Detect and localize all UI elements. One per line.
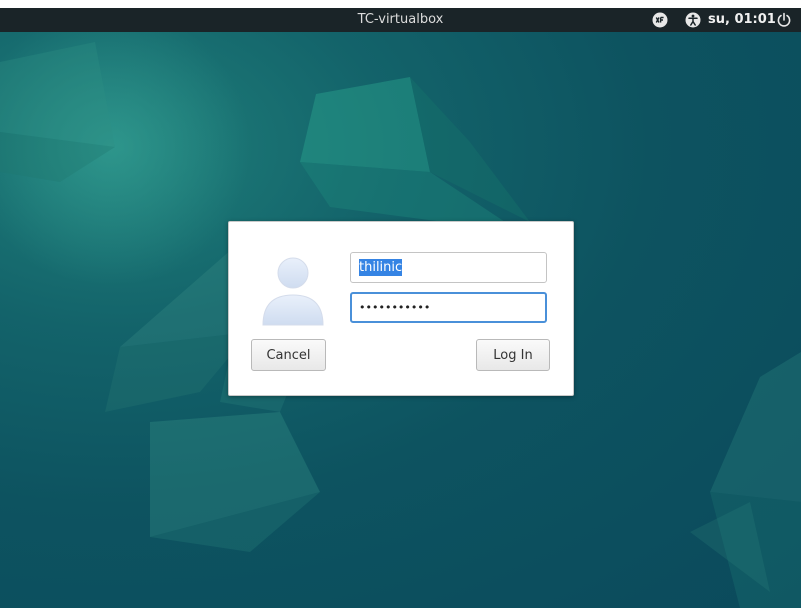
desktop-wallpaper: thilinic ••••••••••• Cancel Log In — [0, 32, 801, 608]
keyboard-layout-icon[interactable] — [651, 11, 669, 29]
clock-label[interactable]: su, 01:01 — [708, 8, 776, 32]
username-field[interactable]: thilinic — [350, 252, 547, 283]
login-screen: TC-virtualbox su, 01:01 thilinic •••••••… — [0, 0, 801, 611]
login-dialog: thilinic ••••••••••• Cancel Log In — [228, 221, 574, 396]
accessibility-icon[interactable] — [684, 11, 702, 29]
password-field[interactable]: ••••••••••• — [350, 292, 547, 323]
cancel-button[interactable]: Cancel — [251, 339, 326, 371]
user-avatar-icon — [262, 257, 324, 327]
power-icon[interactable] — [775, 11, 793, 29]
username-value: thilinic — [359, 259, 403, 276]
password-value: ••••••••••• — [359, 301, 431, 314]
hostname-label: TC-virtualbox — [357, 12, 444, 27]
top-panel: TC-virtualbox su, 01:01 — [0, 8, 801, 32]
log-in-button[interactable]: Log In — [476, 339, 550, 371]
window-top-margin — [0, 0, 801, 8]
